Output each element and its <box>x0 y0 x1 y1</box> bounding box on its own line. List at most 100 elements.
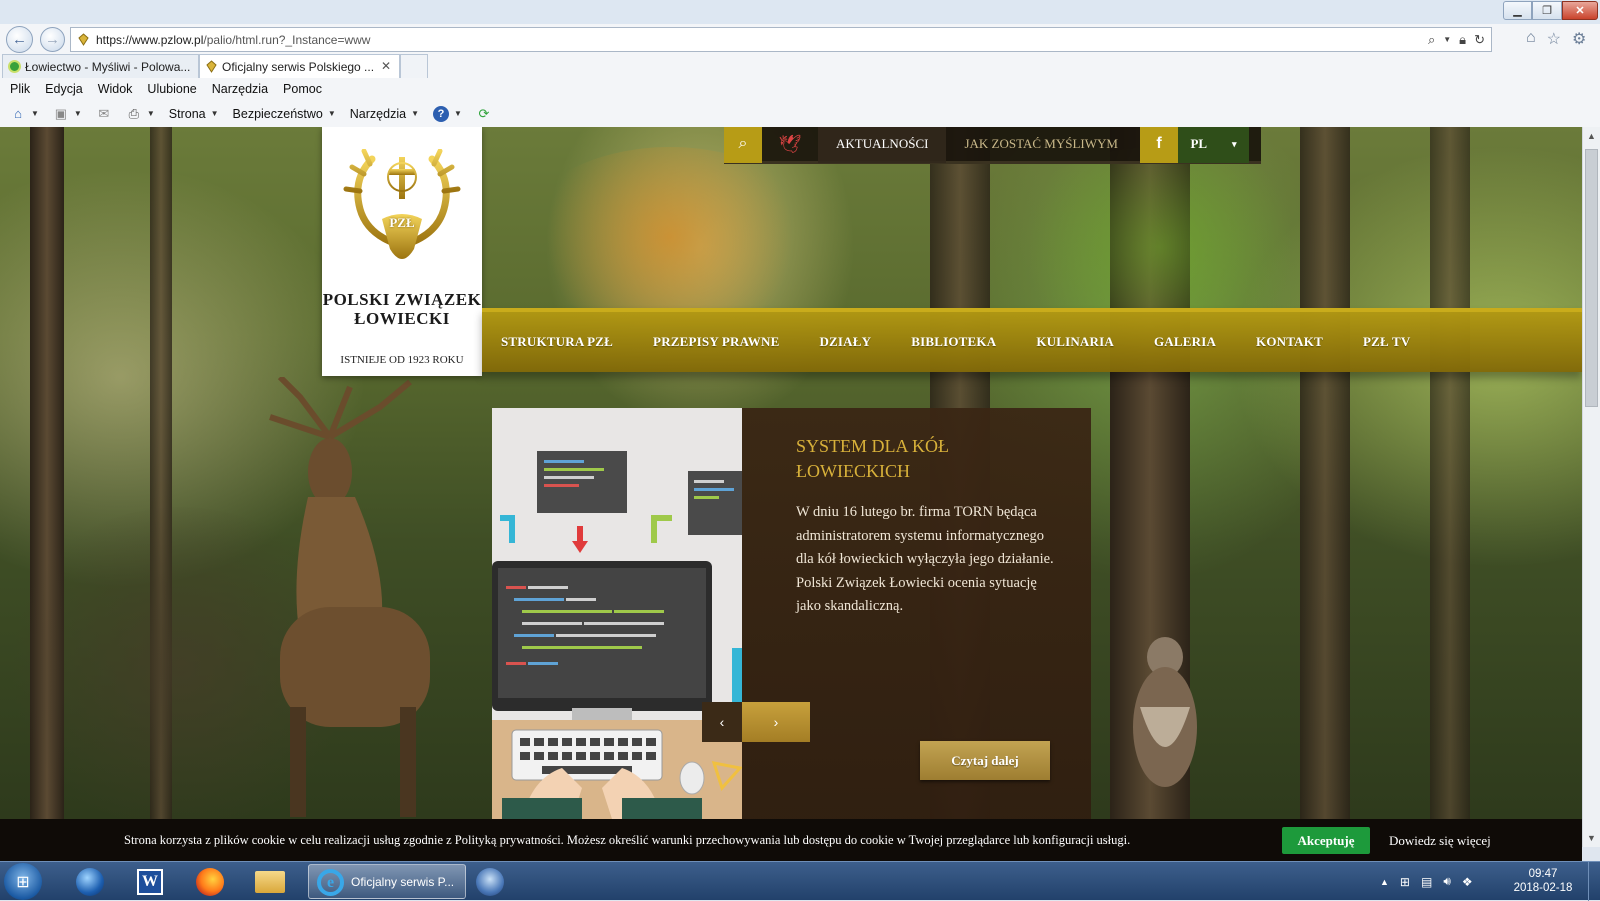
site-favicon-icon <box>78 33 89 46</box>
language-selector[interactable]: PL ▾ <box>1177 127 1249 163</box>
new-tab-button[interactable] <box>400 54 428 78</box>
link-aktualnosci[interactable]: AKTUALNOŚCI <box>818 127 947 163</box>
taskbar-ie-window[interactable]: e Oficjalny serwis P... <box>308 864 466 899</box>
minimize-button[interactable]: ▁ <box>1503 1 1532 20</box>
organization-name: POLSKI ZWIĄZEK ŁOWIECKI <box>322 290 482 328</box>
mail-command[interactable]: ✉ <box>96 106 112 122</box>
search-icon: ⌕ <box>738 135 748 152</box>
page-viewport: PZŁ POLSKI ZWIĄZEK ŁOWIECKI ISTNIEJE OD … <box>0 127 1582 819</box>
feeds-command[interactable]: ▣ ▼ <box>53 106 82 122</box>
slider-prev-button[interactable]: ‹ <box>702 702 742 742</box>
compatibility-icon: ⟳ <box>478 105 490 121</box>
browser-toolbar-icons: ⌂ ☆ ⚙ <box>1526 29 1586 49</box>
cookie-more-link[interactable]: Dowiedz się więcej <box>1389 833 1491 849</box>
clock-time: 09:47 <box>1528 868 1558 880</box>
tab-lowiectwo[interactable]: Łowiectwo - Myśliwi - Polowa... <box>2 54 199 78</box>
nav-przepisy-prawne[interactable]: PRZEPISY PRAWNE <box>653 334 779 350</box>
bird-icon[interactable]: 🕊︎ <box>762 134 818 155</box>
nav-galeria[interactable]: GALERIA <box>1154 334 1216 350</box>
chevron-left-icon: ‹ <box>719 714 725 730</box>
home-command[interactable]: ⌂ ▼ <box>10 106 39 122</box>
deer-illustration <box>269 377 430 817</box>
home-icon[interactable]: ⌂ <box>1526 29 1536 49</box>
address-bar[interactable]: https://www.pzlow.pl/palio/html.run?_Ins… <box>70 27 1492 52</box>
tray-expand-icon[interactable]: ▲ <box>1380 877 1389 887</box>
mail-icon: ✉ <box>98 105 110 121</box>
browser-chrome: ▁ ❐ ✕ ← → https://www.pzlow.pl/palio/htm… <box>0 0 1600 127</box>
refresh-icon[interactable]: ↻ <box>1474 32 1485 48</box>
firefox-icon <box>196 867 224 896</box>
rss-feed-icon: ▣ <box>54 105 68 121</box>
nav-pzl-tv[interactable]: PZŁ TV <box>1363 334 1411 350</box>
language-label: PL <box>1190 136 1208 151</box>
menu-widok[interactable]: Widok <box>98 82 133 96</box>
taskbar-thunderbird[interactable] <box>468 865 512 898</box>
organization-since: ISTNIEJE OD 1923 ROKU <box>340 354 464 366</box>
search-button[interactable]: ⌕ <box>724 127 762 163</box>
safety-menu[interactable]: Bezpieczeństwo ▼ <box>233 107 336 121</box>
slider-next-button[interactable]: › <box>742 702 810 742</box>
falcon-illustration <box>1133 637 1197 787</box>
windows-flag-icon[interactable]: ⊞ <box>1400 875 1410 889</box>
system-clock[interactable]: 09:47 2018-02-18 <box>1503 867 1583 895</box>
nav-kulinaria[interactable]: KULINARIA <box>1036 334 1114 350</box>
slide-content: SYSTEM DLA KÓŁ ŁOWIECKICH W dniu 16 lute… <box>742 408 1091 819</box>
dropbox-icon[interactable]: ❖ <box>1462 875 1473 889</box>
compat-command[interactable]: ⟳ <box>476 106 492 122</box>
close-window-button[interactable]: ✕ <box>1562 1 1598 20</box>
lock-icon[interactable]: 🔒︎ <box>1459 32 1466 48</box>
print-command[interactable]: ⎙ ▼ <box>126 106 155 122</box>
page-menu[interactable]: Strona ▼ <box>169 107 219 121</box>
help-command[interactable]: ? ▼ <box>432 105 462 122</box>
system-tray: ▲ ⊞ ▤ 🔊︎ ❖ <box>1380 862 1473 901</box>
back-button[interactable]: ← <box>6 26 33 53</box>
menu-bar: Plik Edycja Widok Ulubione Narzędzia Pom… <box>0 78 1600 100</box>
menu-pomoc[interactable]: Pomoc <box>283 82 322 96</box>
menu-edycja[interactable]: Edycja <box>45 82 83 96</box>
slide-title[interactable]: SYSTEM DLA KÓŁ ŁOWIECKICH <box>796 434 1066 484</box>
show-desktop-button[interactable] <box>1588 862 1600 901</box>
menu-plik[interactable]: Plik <box>10 82 30 96</box>
link-jak-zostac-mysliwym[interactable]: JAK ZOSTAĆ MYŚLIWYM <box>946 127 1136 163</box>
navigation-row: ← → https://www.pzlow.pl/palio/html.run?… <box>0 22 1600 54</box>
nav-kontakt[interactable]: KONTAKT <box>1256 334 1323 350</box>
tab-pzlow[interactable]: Oficjalny serwis Polskiego ... ✕ <box>199 54 400 78</box>
scroll-thumb[interactable] <box>1585 149 1598 407</box>
windows-taskbar: ⊞ W e Oficjalny serwis P... ▲ ⊞ ▤ 🔊︎ ❖ 0… <box>0 861 1600 901</box>
nav-biblioteka[interactable]: BIBLIOTEKA <box>911 334 996 350</box>
network-icon[interactable]: ▤ <box>1421 875 1432 889</box>
green-favicon-icon <box>8 60 21 73</box>
nav-dzialy[interactable]: DZIAŁY <box>819 334 871 350</box>
settings-gear-icon[interactable]: ⚙ <box>1572 29 1586 49</box>
scroll-down-icon[interactable]: ▼ <box>1583 829 1600 847</box>
read-more-button[interactable]: Czytaj dalej <box>920 741 1050 780</box>
site-favicon-icon <box>206 60 217 73</box>
tools-menu[interactable]: Narzędzia ▼ <box>350 107 419 121</box>
taskbar-explorer[interactable] <box>248 865 292 898</box>
site-logo[interactable]: PZŁ POLSKI ZWIĄZEK ŁOWIECKI ISTNIEJE OD … <box>322 127 482 376</box>
volume-icon[interactable]: 🔊︎ <box>1443 874 1451 889</box>
forward-button[interactable]: → <box>40 27 65 52</box>
taskbar-word[interactable]: W <box>128 865 172 898</box>
favorites-star-icon[interactable]: ☆ <box>1547 29 1561 49</box>
address-tools: ⌕ ▼ 🔒︎ ↻ <box>1428 32 1485 48</box>
tab-close-icon[interactable]: ✕ <box>381 59 391 73</box>
taskbar-firefox[interactable] <box>188 865 232 898</box>
page-scrollbar[interactable]: ▲ ▼ <box>1582 127 1600 847</box>
menu-ulubione[interactable]: Ulubione <box>147 82 196 96</box>
globe-icon <box>76 867 104 896</box>
tab-row: Łowiectwo - Myśliwi - Polowa... Oficjaln… <box>0 54 1600 78</box>
window-titlebar: ▁ ❐ ✕ <box>0 0 1600 24</box>
dropdown-icon[interactable]: ▼ <box>1443 35 1451 48</box>
facebook-icon[interactable]: f <box>1139 127 1178 163</box>
menu-narzedzia[interactable]: Narzędzia <box>212 82 268 96</box>
search-icon[interactable]: ⌕ <box>1428 32 1435 48</box>
cookie-accept-button[interactable]: Akceptuję <box>1282 827 1370 854</box>
scroll-up-icon[interactable]: ▲ <box>1583 127 1600 145</box>
pzl-emblem-icon <box>343 149 461 259</box>
maximize-button[interactable]: ❐ <box>1532 1 1562 20</box>
nav-struktura-pzl[interactable]: STRUKTURA PZŁ <box>501 334 613 350</box>
computer-illustration <box>492 408 742 819</box>
taskbar-google-earth[interactable] <box>68 865 112 898</box>
start-button[interactable]: ⊞ <box>4 863 42 900</box>
